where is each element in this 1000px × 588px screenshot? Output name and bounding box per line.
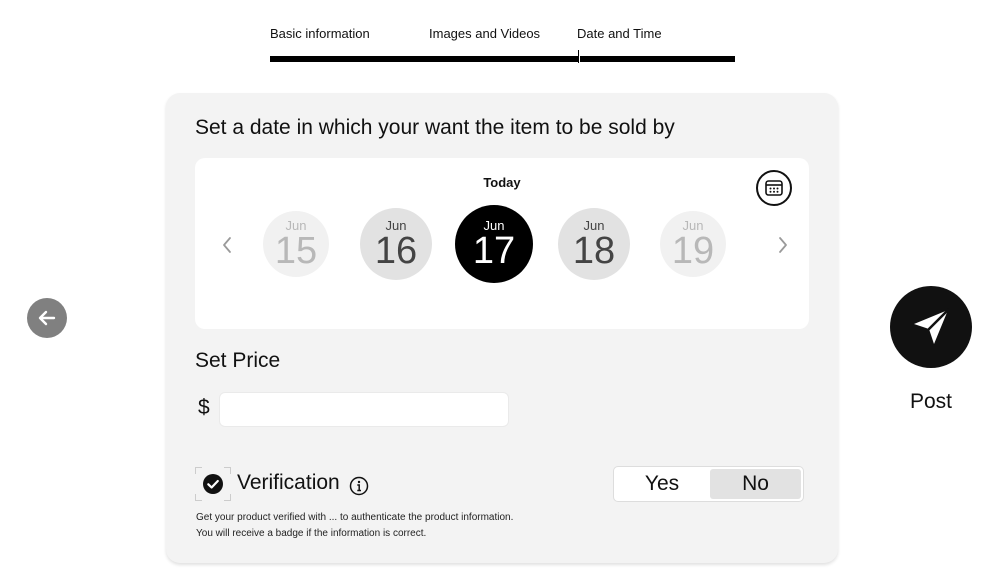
previous-date-button[interactable] <box>217 230 237 260</box>
info-icon[interactable] <box>349 476 369 496</box>
verification-yes-option[interactable]: Yes <box>616 469 708 499</box>
tab-basic-information[interactable]: Basic information <box>270 26 370 41</box>
date-picker: Today Jun 15 Jun 16 Jun 17 Jun 18 Jun 19 <box>195 158 809 329</box>
verification-toggle: Yes No <box>613 466 804 502</box>
date-option[interactable]: Jun 18 <box>558 208 630 280</box>
verification-help-text: You will receive a badge if the informat… <box>196 528 427 539</box>
checkbox-frame-corner <box>195 467 202 474</box>
date-option-selected[interactable]: Jun 17 <box>455 205 533 283</box>
verification-no-option[interactable]: No <box>710 469 801 499</box>
tab-divider <box>578 50 579 63</box>
post-button[interactable] <box>890 286 972 368</box>
verification-checkbox[interactable] <box>195 467 231 501</box>
next-date-button[interactable] <box>773 230 793 260</box>
check-circle-icon <box>203 474 223 494</box>
date-day: 19 <box>671 229 715 272</box>
date-day: 15 <box>274 229 318 272</box>
calendar-icon <box>765 180 783 196</box>
tab-progress-bar-current <box>580 56 735 62</box>
verification-help-text: Get your product verified with ... to au… <box>196 512 514 523</box>
currency-symbol: $ <box>198 396 210 419</box>
tab-progress-bar <box>270 56 578 62</box>
checkbox-frame-corner <box>224 494 231 501</box>
listing-card: Set a date in which your want the item t… <box>166 93 838 563</box>
date-option[interactable]: Jun 15 <box>263 211 329 277</box>
date-day: 18 <box>572 229 616 272</box>
verification-label: Verification <box>237 471 340 494</box>
checkbox-frame-corner <box>195 494 202 501</box>
tab-images-and-videos[interactable]: Images and Videos <box>429 26 540 41</box>
calendar-button[interactable] <box>756 170 792 206</box>
tab-date-and-time[interactable]: Date and Time <box>577 26 662 41</box>
checkbox-frame-corner <box>224 467 231 474</box>
chevron-left-icon <box>223 237 231 253</box>
date-option[interactable]: Jun 16 <box>360 208 432 280</box>
price-input[interactable] <box>219 392 509 427</box>
send-icon <box>914 308 950 344</box>
price-section-title: Set Price <box>195 349 281 372</box>
back-button[interactable] <box>27 298 67 338</box>
tab-navigation: Basic information Images and Videos Date… <box>270 0 735 70</box>
date-option[interactable]: Jun 19 <box>660 211 726 277</box>
chevron-right-icon <box>779 237 787 253</box>
date-day: 17 <box>472 229 516 272</box>
arrow-left-icon <box>38 310 56 326</box>
date-day: 16 <box>374 229 418 272</box>
date-section-title: Set a date in which your want the item t… <box>195 116 675 139</box>
post-label: Post <box>909 390 953 413</box>
today-label: Today <box>483 175 521 190</box>
